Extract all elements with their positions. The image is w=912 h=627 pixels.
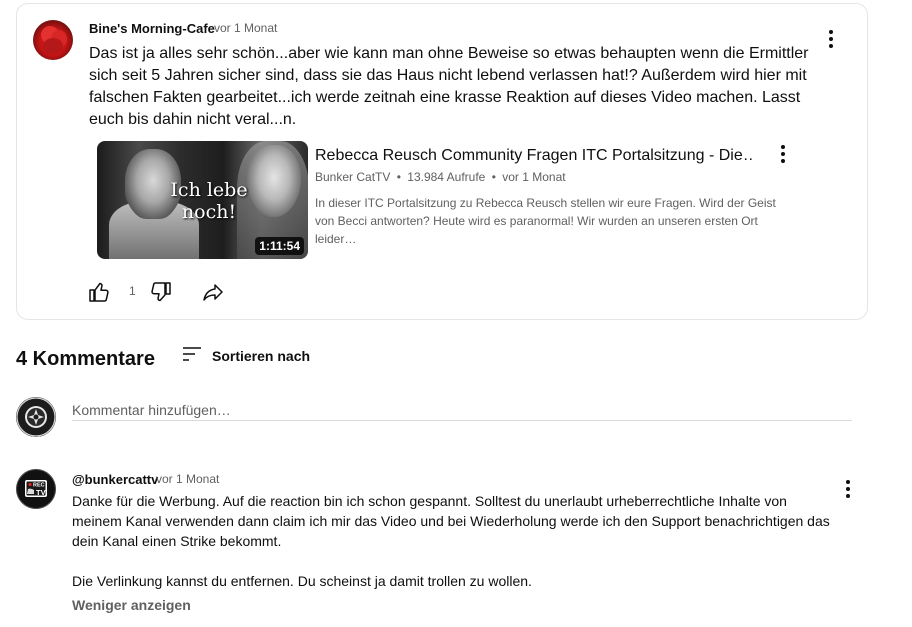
author-avatar[interactable]	[33, 20, 73, 60]
video-channel[interactable]: Bunker CatTV	[315, 170, 390, 184]
highlighted-comment-card: Bine's Morning-Cafe vor 1 Monat Das ist …	[16, 3, 868, 320]
reply-time[interactable]: vor 1 Monat	[156, 472, 219, 486]
video-description: In dieser ITC Portalsitzung zu Rebecca R…	[315, 196, 776, 246]
comment-author[interactable]: Bine's Morning-Cafe	[89, 21, 215, 36]
reply-paragraph: Die Verlinkung kannst du entfernen. Du s…	[72, 573, 532, 589]
reply-paragraph: Danke für die Werbung. Auf die reaction …	[72, 493, 830, 549]
comment-text: Das ist ja alles sehr schön...aber wie k…	[89, 45, 809, 128]
thumb-up-icon[interactable]	[87, 280, 111, 304]
video-title[interactable]: Rebecca Reusch Community Fragen ITC Port…	[315, 145, 755, 167]
meta-separator: •	[491, 170, 496, 184]
video-meta: Bunker CatTV • 13.984 Aufrufe • vor 1 Mo…	[315, 170, 566, 184]
video-time: vor 1 Monat	[502, 170, 566, 184]
sort-icon	[180, 342, 204, 371]
user-avatar[interactable]	[16, 397, 56, 437]
like-count: 1	[129, 284, 136, 298]
video-thumbnail[interactable]: Ich lebe noch! 1:11:54	[97, 141, 308, 259]
video-more-vert-icon[interactable]	[771, 142, 795, 166]
share-icon[interactable]	[201, 280, 225, 304]
linked-video[interactable]: Ich lebe noch! 1:11:54 Rebecca Reusch Co…	[97, 141, 797, 261]
meta-separator: •	[396, 170, 401, 184]
reply-text: Danke für die Werbung. Auf die reaction …	[72, 491, 832, 611]
sort-button[interactable]: Sortieren nach	[180, 344, 310, 368]
reply-author[interactable]: @bunkercattv	[72, 472, 158, 487]
comments-count: 4 Kommentare	[16, 348, 155, 370]
video-duration: 1:11:54	[255, 237, 304, 255]
more-vert-icon[interactable]	[836, 477, 860, 501]
add-comment-input[interactable]	[72, 397, 852, 421]
comment-time[interactable]: vor 1 Monat	[214, 21, 277, 35]
avatar-label: TV	[36, 488, 46, 497]
show-less-button[interactable]: Weniger anzeigen	[72, 597, 191, 613]
thumbnail-text: Ich lebe noch!	[170, 179, 248, 223]
video-views: 13.984 Aufrufe	[407, 170, 486, 184]
thumb-down-icon[interactable]	[149, 280, 173, 304]
bunkercattv-avatar[interactable]: REC TV	[16, 469, 56, 509]
sort-label: Sortieren nach	[212, 348, 311, 364]
more-vert-icon[interactable]	[819, 27, 843, 51]
